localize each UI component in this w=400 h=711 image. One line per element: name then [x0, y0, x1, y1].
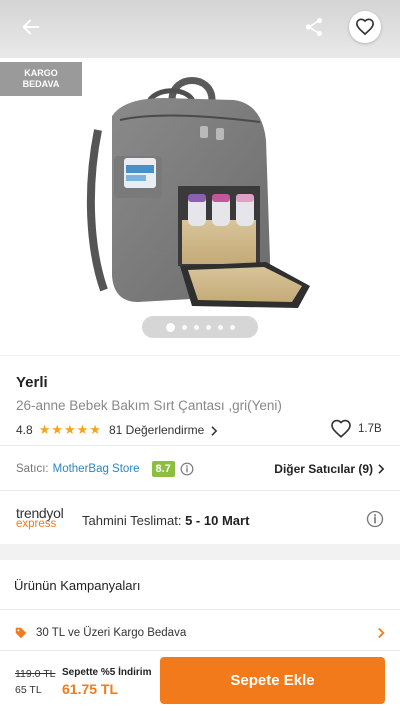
seller-row: Satıcı: MotherBag Store 8.7 Diğer Satıcı…: [16, 458, 386, 480]
pager-dot[interactable]: [229, 324, 235, 330]
badge-line-2: BEDAVA: [22, 79, 60, 89]
badge-line-1: KARGO: [24, 68, 58, 78]
rating-value: 4.8: [16, 423, 33, 437]
product-image[interactable]: [84, 70, 324, 320]
seller-label: Satıcı:: [16, 463, 49, 475]
product-gallery[interactable]: KARGO BEDAVA: [0, 0, 400, 355]
other-sellers-label: Diğer Satıcılar (9): [274, 462, 373, 476]
campaign-section-title: Ürünün Kampanyaları: [14, 578, 141, 593]
star-rating-icon: ★★★★★: [38, 422, 102, 437]
campaign-item[interactable]: 30 TL ve Üzeri Kargo Bedava: [14, 621, 386, 645]
pager-dot-active[interactable]: [165, 322, 175, 332]
top-app-bar: [0, 0, 400, 58]
bottom-purchase-bar: 119.0 TL 65 TL Sepette %5 İndirim 61.75 …: [0, 650, 400, 711]
chevron-right-icon: [378, 627, 385, 639]
reviews-link[interactable]: 81 Değerlendirme: [109, 423, 219, 437]
divider: [0, 609, 400, 610]
product-name: 26-anne Bebek Bakım Sırt Çantası ,gri(Ye…: [16, 398, 282, 413]
favorite-count-button[interactable]: 1.7B: [330, 418, 382, 440]
trendyol-express-logo: trendyol express: [16, 506, 76, 530]
chevron-right-icon: [211, 426, 217, 436]
rating-row[interactable]: 4.8 ★★★★★ 81 Değerlendirme: [16, 420, 219, 440]
info-icon[interactable]: [366, 510, 384, 528]
add-to-cart-button[interactable]: Sepete Ekle: [160, 657, 385, 704]
favorite-count: 1.7B: [358, 423, 382, 435]
delivery-value: 5 - 10 Mart: [185, 513, 250, 528]
logo-bottom-text: express: [16, 518, 57, 530]
pager-dot[interactable]: [205, 324, 211, 330]
divider: [0, 445, 400, 446]
reviews-link-label: 81 Değerlendirme: [108, 423, 205, 437]
sale-price: 65 TL: [15, 684, 42, 696]
pager-dot[interactable]: [181, 324, 187, 330]
estimated-delivery: Tahmini Teslimat: 5 - 10 Mart: [82, 513, 249, 528]
campaign-section: Ürünün Kampanyaları 30 TL ve Üzeri Kargo…: [0, 560, 400, 660]
image-pager[interactable]: [142, 316, 258, 338]
seller-score-badge: 8.7: [151, 461, 175, 477]
heart-icon: [331, 419, 351, 438]
share-button[interactable]: [298, 11, 330, 43]
divider: [0, 490, 400, 491]
free-shipping-badge: KARGO BEDAVA: [0, 62, 82, 96]
campaign-item-label: 30 TL ve Üzeri Kargo Bedava: [36, 627, 187, 639]
info-icon[interactable]: [180, 462, 194, 476]
chevron-right-icon: [378, 464, 385, 474]
product-info-card: Yerli 26-anne Bebek Bakım Sırt Çantası ,…: [0, 356, 400, 544]
original-price: 119.0 TL: [15, 668, 56, 680]
tag-icon: [15, 627, 27, 639]
final-price: 61.75 TL: [62, 681, 119, 697]
cart-discount-label: Sepette %5 İndirim: [62, 667, 152, 678]
seller-name-link[interactable]: MotherBag Store: [53, 463, 140, 475]
share-icon: [305, 18, 323, 36]
delivery-label: Tahmini Teslimat:: [82, 513, 182, 528]
pager-dot[interactable]: [217, 324, 223, 330]
back-arrow-icon: [22, 19, 40, 35]
product-brand[interactable]: Yerli: [16, 374, 48, 391]
other-sellers-link[interactable]: Diğer Satıcılar (9): [274, 462, 386, 476]
favorite-button[interactable]: [349, 11, 381, 43]
heart-icon: [355, 18, 375, 36]
delivery-row: trendyol express Tahmini Teslimat: 5 - 1…: [0, 496, 400, 544]
pager-dot[interactable]: [193, 324, 199, 330]
back-button[interactable]: [14, 12, 48, 42]
